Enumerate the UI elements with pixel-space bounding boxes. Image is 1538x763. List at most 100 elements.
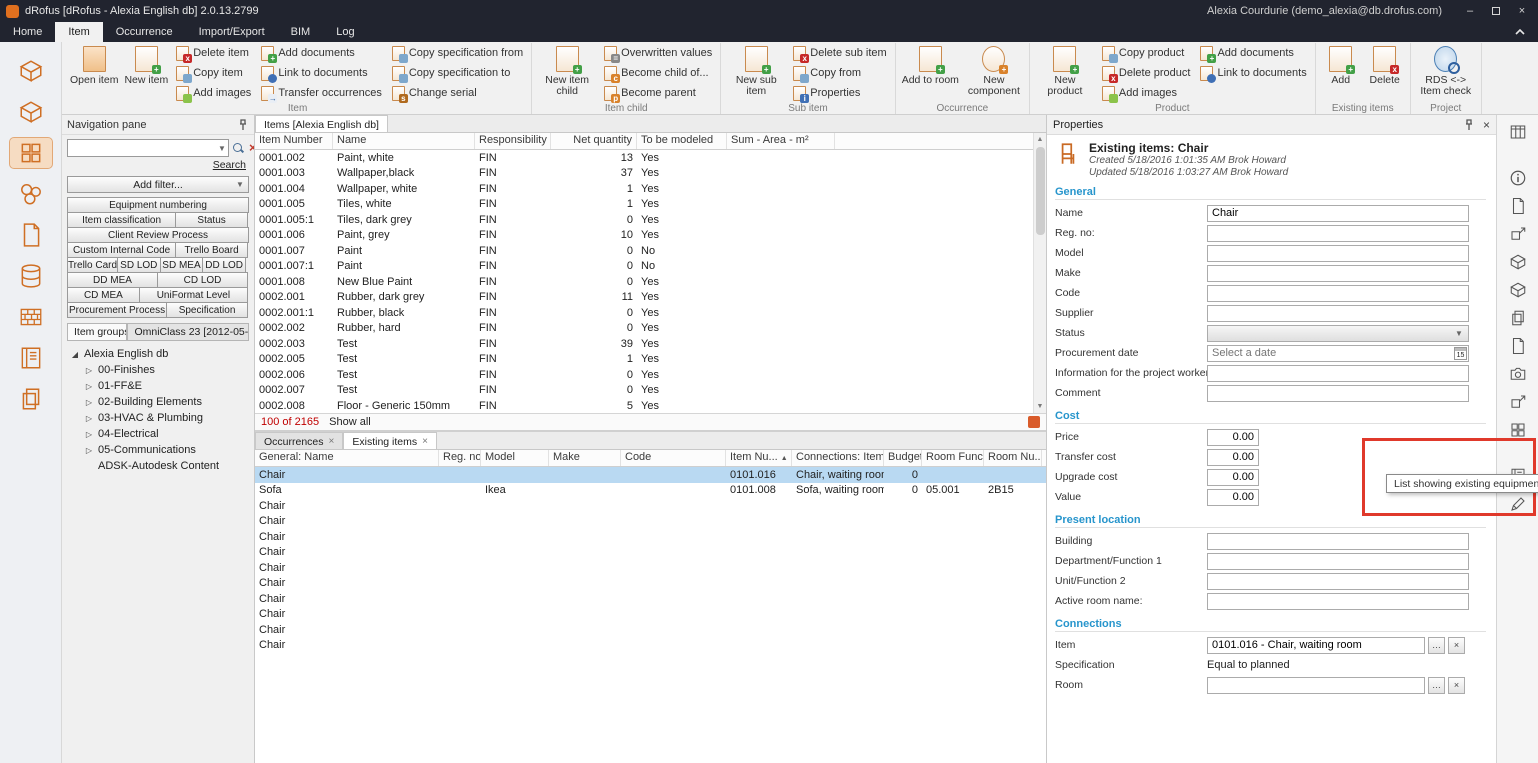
ribbon-button[interactable]: Delete product (1097, 63, 1196, 83)
supplier-input[interactable] (1207, 305, 1469, 322)
tree-root[interactable]: ◢ Alexia English db (64, 346, 252, 362)
package-icon[interactable] (1505, 306, 1531, 330)
collapse-ribbon-icon[interactable] (1502, 22, 1538, 42)
systems-icon[interactable] (10, 302, 52, 332)
column-header-budget[interactable]: Budget... (884, 450, 922, 466)
ribbon-button[interactable]: Copy specification from (387, 43, 528, 63)
search-icon[interactable] (232, 142, 244, 154)
ribbon-button[interactable]: RDS <-> Item check (1414, 43, 1478, 103)
item-row[interactable]: 0001.004 Wallpaper, white FIN 1 Yes (255, 181, 1046, 197)
ribbon-button[interactable]: Add documents (1195, 43, 1311, 63)
menu-tab[interactable]: BIM (278, 22, 324, 42)
ribbon-button[interactable]: New item (121, 43, 171, 103)
tree-item[interactable]: ▷ 01-FF&E (64, 378, 252, 394)
department-input[interactable] (1207, 553, 1469, 570)
browse-item-button[interactable]: … (1428, 637, 1445, 654)
logistics-icon[interactable] (10, 384, 52, 414)
existing-item-row[interactable]: Chair (255, 638, 1046, 654)
chevron-down-icon[interactable]: ▼ (216, 144, 228, 153)
item-row[interactable]: 0001.007:1 Paint FIN 0 No (255, 259, 1046, 275)
ribbon-button[interactable]: New component (962, 43, 1026, 103)
item-row[interactable]: 0002.005 Test FIN 1 Yes (255, 352, 1046, 368)
ribbon-button[interactable]: Link to documents (256, 63, 387, 83)
existing-equipment-list-icon[interactable] (1505, 492, 1531, 516)
occurrences-tab[interactable]: Occurrences × (255, 432, 343, 449)
filter-button[interactable]: UniFormat Level (139, 287, 248, 303)
existing-items-tab[interactable]: Existing items × (343, 432, 437, 449)
existing-item-row[interactable]: Chair (255, 591, 1046, 607)
box-link-icon[interactable] (1505, 222, 1531, 246)
item-row[interactable]: 0001.006 Paint, grey FIN 10 Yes (255, 228, 1046, 244)
value-input[interactable] (1207, 489, 1259, 506)
tree-expand-icon[interactable]: ▷ (84, 398, 94, 407)
tree-expand-icon[interactable]: ▷ (84, 366, 94, 375)
document-icon[interactable] (1505, 334, 1531, 358)
active-room-input[interactable] (1207, 593, 1469, 610)
navpane-tab[interactable]: OmniClass 23 [2012-05-16] (127, 323, 249, 340)
ribbon-button[interactable]: Copy from (788, 63, 891, 83)
price-input[interactable] (1207, 429, 1259, 446)
tree-item[interactable]: ▷ 02-Building Elements (64, 394, 252, 410)
column-header-sum-area[interactable]: Sum - Area - m² (727, 133, 835, 149)
menu-tab[interactable]: Log (323, 22, 367, 42)
filter-button[interactable]: Trello Card (67, 257, 118, 273)
filter-button[interactable]: Trello Board (175, 242, 248, 258)
item-row[interactable]: 0001.002 Paint, white FIN 13 Yes (255, 150, 1046, 166)
ribbon-button[interactable]: Add documents (256, 43, 387, 63)
item-row[interactable]: 0002.003 Test FIN 39 Yes (255, 336, 1046, 352)
model-input[interactable] (1207, 245, 1469, 262)
close-properties-icon[interactable]: × (1483, 118, 1490, 132)
menu-tab[interactable]: Home (0, 22, 55, 42)
tree-expand-icon[interactable]: ▷ (84, 414, 94, 423)
item-row[interactable]: 0002.001:1 Rubber, black FIN 0 Yes (255, 305, 1046, 321)
menu-tab[interactable]: Import/Export (186, 22, 278, 42)
existing-item-row[interactable]: Chair (255, 529, 1046, 545)
filter-button[interactable]: Custom Internal Code (67, 242, 176, 258)
ribbon-button[interactable]: Become child of... (599, 63, 717, 83)
existing-item-row[interactable]: Chair 0101.016 Chair, waiting room 0 (255, 467, 1046, 483)
item-row[interactable]: 0002.002 Rubber, hard FIN 0 Yes (255, 321, 1046, 337)
ribbon-button[interactable]: New sub item (724, 43, 788, 103)
column-header-connections-item[interactable]: Connections: Item:... (792, 450, 884, 466)
bim-sync-icon[interactable] (1028, 416, 1040, 428)
tree-expand-icon[interactable]: ▷ (84, 430, 94, 439)
tree-item[interactable]: ADSK-Autodesk Content (64, 458, 252, 474)
close-tab-icon[interactable]: × (329, 436, 335, 447)
ribbon-button[interactable]: New product (1033, 43, 1097, 103)
box-rotate-icon[interactable] (1505, 250, 1531, 274)
scroll-down-icon[interactable]: ▼ (1034, 400, 1047, 413)
comment-input[interactable] (1207, 385, 1469, 402)
scroll-up-icon[interactable]: ▲ (1034, 133, 1047, 146)
ribbon-button[interactable]: Overwritten values (599, 43, 717, 63)
tree-expand-icon[interactable]: ▷ (84, 382, 94, 391)
scrollbar-thumb[interactable] (1036, 147, 1045, 235)
navpane-tab[interactable]: Item groups (67, 323, 127, 340)
filter-button[interactable]: CD MEA (67, 287, 140, 303)
item-row[interactable]: 0002.006 Test FIN 0 Yes (255, 367, 1046, 383)
item-row[interactable]: 0001.007 Paint FIN 0 No (255, 243, 1046, 259)
item-row[interactable]: 0001.005 Tiles, white FIN 1 Yes (255, 197, 1046, 213)
filter-button[interactable]: SD LOD (117, 257, 161, 273)
column-header-responsibility[interactable]: Responsibility (475, 133, 551, 149)
menu-tab[interactable]: Item (55, 22, 102, 42)
make-input[interactable] (1207, 265, 1469, 282)
existing-item-row[interactable]: Chair (255, 622, 1046, 638)
ribbon-button[interactable]: Delete (1363, 43, 1407, 103)
ribbon-button[interactable]: Copy item (171, 63, 256, 83)
filter-button[interactable]: Status (175, 212, 248, 228)
ribbon-button[interactable]: Delete sub item (788, 43, 891, 63)
filter-button[interactable]: Specification (166, 302, 248, 318)
edit-document-icon[interactable] (1505, 194, 1531, 218)
close-tab-icon[interactable]: × (422, 436, 428, 447)
rooms-icon[interactable] (10, 56, 52, 86)
minimize-button[interactable]: – (1460, 3, 1480, 19)
connection-room-input[interactable] (1207, 677, 1425, 694)
finishes-icon[interactable] (10, 261, 52, 291)
ribbon-button[interactable]: New item child (535, 43, 599, 103)
filter-button[interactable]: Procurement Process (67, 302, 167, 318)
ribbon-button[interactable]: Add images (171, 83, 256, 103)
tree-item[interactable]: ▷ 00-Finishes (64, 362, 252, 378)
tree-item[interactable]: ▷ 04-Electrical (64, 426, 252, 442)
column-header-code[interactable]: Code (621, 450, 726, 466)
items-tab[interactable]: Items [Alexia English db] (255, 115, 388, 132)
